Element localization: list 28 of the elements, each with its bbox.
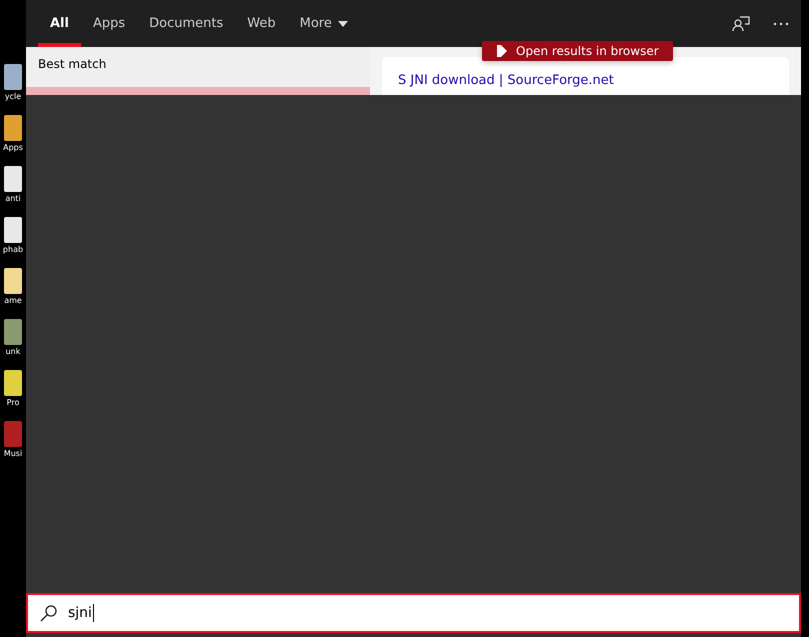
desktop-icon[interactable] xyxy=(4,268,22,294)
open-in-browser-button[interactable]: Open results in browser xyxy=(482,41,673,61)
desktop-icon[interactable] xyxy=(4,370,22,396)
desktop-icon-label: unk xyxy=(6,347,20,356)
desktop-icon-label: ame xyxy=(4,296,22,305)
desktop-icon[interactable] xyxy=(4,319,22,345)
desktop-icon-label: phab xyxy=(2,245,24,254)
tab[interactable]: Documents xyxy=(137,0,236,47)
section-heading: Best match xyxy=(37,56,108,73)
person-feedback-icon xyxy=(732,16,750,32)
tab[interactable]: Apps xyxy=(80,0,138,47)
result-link[interactable]: S JNI download | SourceForge.net xyxy=(398,73,614,88)
desktop-icon[interactable] xyxy=(4,421,22,447)
desktop-icon[interactable] xyxy=(4,217,22,243)
desktop-icon-label: Apps xyxy=(3,143,23,152)
desktop-icon-label: Musi xyxy=(4,449,22,458)
search-field[interactable]: sjni xyxy=(26,593,801,633)
ellipsis-icon xyxy=(773,22,789,26)
search-icon xyxy=(40,604,58,622)
desktop-icon-label: ycle xyxy=(4,92,22,101)
tab[interactable]: More xyxy=(288,0,360,47)
tab[interactable]: Web xyxy=(235,0,288,47)
desktop-icon-label: anti xyxy=(5,194,21,203)
desktop-icon-label: Pro xyxy=(6,398,20,407)
play-icon xyxy=(496,44,508,58)
desktop-icon[interactable] xyxy=(4,115,22,141)
desktop-icon[interactable] xyxy=(4,166,22,192)
desktop-icon[interactable] xyxy=(4,64,22,90)
